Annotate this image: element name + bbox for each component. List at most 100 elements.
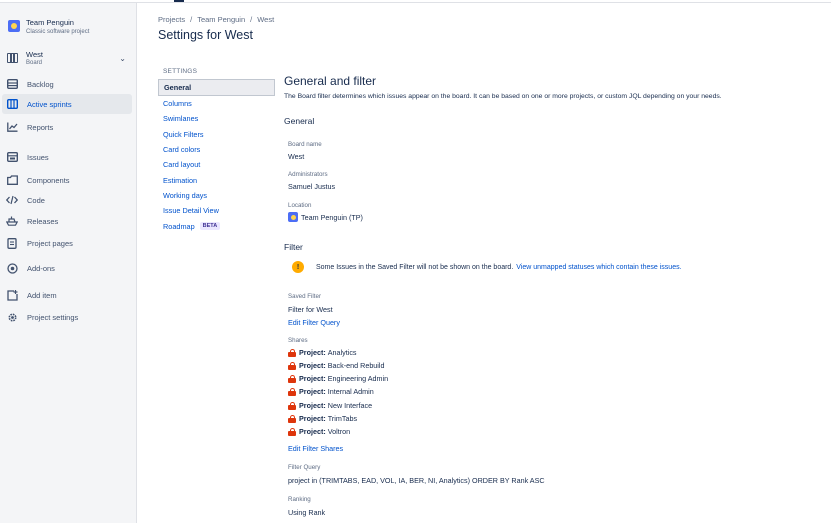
settings-nav-quick-filters[interactable]: Quick Filters bbox=[158, 127, 275, 142]
project-avatar bbox=[8, 20, 20, 32]
sidebar-item-reports[interactable]: Reports bbox=[2, 117, 132, 137]
warning-icon: ! bbox=[292, 261, 304, 273]
settings-nav-swimlanes[interactable]: Swimlanes bbox=[158, 111, 275, 126]
warning-text: Some Issues in the Saved Filter will not… bbox=[316, 263, 514, 271]
board-type: Board bbox=[26, 60, 43, 66]
share-item: Project: Internal Admin bbox=[288, 387, 374, 396]
settings-nav-estimation[interactable]: Estimation bbox=[158, 172, 275, 187]
settings-nav-roadmap-label: Roadmap bbox=[163, 221, 195, 231]
section-title: General and filter bbox=[284, 74, 377, 88]
sidebar-item-issues[interactable]: Issues bbox=[2, 147, 132, 167]
settings-nav-working-days[interactable]: Working days bbox=[158, 188, 275, 203]
section-description: The Board filter determines which issues… bbox=[284, 93, 722, 100]
breadcrumb-projects[interactable]: Projects bbox=[158, 15, 185, 24]
share-project: New Interface bbox=[327, 401, 373, 410]
settings-nav-roadmap[interactable]: Roadmap BETA bbox=[158, 218, 275, 233]
gear-icon bbox=[6, 311, 18, 323]
top-bar-accent bbox=[174, 0, 184, 2]
project-header[interactable]: Team Penguin Classic software project bbox=[8, 18, 89, 35]
sidebar-item-add-item[interactable]: Add item bbox=[2, 285, 132, 305]
project-type: Classic software project bbox=[26, 29, 90, 35]
share-item: Project: Back-end Rebuild bbox=[288, 361, 385, 370]
share-project: Analytics bbox=[327, 348, 357, 357]
add-item-icon bbox=[6, 289, 18, 301]
breadcrumb-separator: / bbox=[250, 15, 253, 24]
sidebar-item-project-pages[interactable]: Project pages bbox=[2, 233, 132, 253]
share-item: Project: TrimTabs bbox=[288, 414, 357, 423]
settings-nav-card-colors[interactable]: Card colors bbox=[158, 142, 275, 157]
lock-icon bbox=[288, 348, 296, 357]
board-selector[interactable]: West Board ⌄ bbox=[6, 49, 130, 71]
settings-nav-general[interactable]: General bbox=[158, 79, 275, 96]
board-name-label: Board name bbox=[288, 141, 322, 148]
sidebar-item-active-sprints[interactable]: Active sprints bbox=[2, 94, 132, 114]
settings-nav-columns[interactable]: Columns bbox=[158, 96, 275, 111]
share-project: Internal Admin bbox=[327, 387, 374, 396]
share-prefix: Project: bbox=[299, 427, 326, 436]
board-icon bbox=[7, 53, 18, 63]
location-label: Location bbox=[288, 202, 312, 209]
sidebar-item-add-ons[interactable]: Add-ons bbox=[2, 258, 132, 278]
breadcrumb-project[interactable]: Team Penguin bbox=[197, 15, 245, 24]
shares-label: Shares bbox=[288, 337, 308, 344]
breadcrumb-separator: / bbox=[190, 15, 193, 24]
share-item: Project: Engineering Admin bbox=[288, 374, 388, 383]
addons-icon bbox=[6, 262, 18, 274]
chevron-down-icon: ⌄ bbox=[119, 54, 126, 63]
project-name: Team Penguin bbox=[26, 18, 74, 27]
location-value[interactable]: Team Penguin (TP) bbox=[288, 212, 363, 222]
sidebar-item-releases[interactable]: Releases bbox=[2, 211, 132, 231]
components-icon bbox=[6, 174, 18, 186]
settings-nav: General Columns Swimlanes Quick Filters … bbox=[158, 79, 275, 234]
code-icon bbox=[6, 194, 18, 206]
ranking-label: Ranking bbox=[288, 496, 311, 503]
edit-filter-query-link[interactable]: Edit Filter Query bbox=[288, 318, 340, 327]
sidebar-item-label: Project pages bbox=[27, 238, 73, 248]
ship-icon bbox=[6, 215, 18, 227]
settings-heading: SETTINGS bbox=[163, 68, 198, 75]
general-heading: General bbox=[284, 116, 315, 126]
sidebar-item-components[interactable]: Components bbox=[2, 170, 132, 190]
settings-nav-card-layout[interactable]: Card layout bbox=[158, 157, 275, 172]
saved-filter-value: Filter for West bbox=[288, 305, 333, 314]
share-project: TrimTabs bbox=[327, 414, 358, 423]
sidebar-item-label: Active sprints bbox=[27, 99, 72, 109]
filter-heading: Filter bbox=[284, 242, 303, 252]
backlog-icon bbox=[6, 78, 18, 90]
page-title: Settings for West bbox=[158, 28, 253, 42]
administrators-label: Administrators bbox=[288, 171, 328, 178]
issues-icon bbox=[6, 151, 18, 163]
settings-nav-issue-detail-view[interactable]: Issue Detail View bbox=[158, 203, 275, 218]
filter-query-value: project in (TRIMTABS, EAD, VOL, IA, BER,… bbox=[288, 476, 545, 485]
sidebar-item-backlog[interactable]: Backlog bbox=[2, 74, 132, 94]
administrators-value[interactable]: Samuel Justus bbox=[288, 182, 335, 191]
share-project: Back-end Rebuild bbox=[327, 361, 385, 370]
sidebar-item-label: Issues bbox=[27, 152, 49, 162]
saved-filter-label: Saved Filter bbox=[288, 293, 322, 300]
board-name-value[interactable]: West bbox=[288, 152, 304, 161]
lock-icon bbox=[288, 387, 296, 396]
lock-icon bbox=[288, 414, 296, 423]
chart-icon bbox=[6, 121, 18, 133]
share-item: Project: Analytics bbox=[288, 348, 357, 357]
lock-icon bbox=[288, 361, 296, 370]
share-item: Project: Voltron bbox=[288, 427, 350, 436]
sidebar-item-label: Backlog bbox=[27, 79, 54, 89]
sidebar-item-label: Releases bbox=[27, 216, 59, 226]
sidebar-item-project-settings[interactable]: Project settings bbox=[2, 307, 132, 327]
sidebar-item-label: Code bbox=[27, 195, 45, 205]
board-name: West bbox=[26, 50, 43, 59]
view-unmapped-statuses-link[interactable]: View unmapped statuses which contain the… bbox=[516, 264, 681, 271]
lock-icon bbox=[288, 374, 296, 383]
filter-query-label: Filter Query bbox=[288, 464, 321, 471]
share-prefix: Project: bbox=[299, 414, 326, 423]
lock-icon bbox=[288, 401, 296, 410]
board-icon bbox=[6, 98, 18, 110]
share-prefix: Project: bbox=[299, 348, 326, 357]
share-item: Project: New Interface bbox=[288, 401, 372, 410]
sidebar-item-label: Components bbox=[27, 175, 70, 185]
breadcrumb-board[interactable]: West bbox=[257, 15, 274, 24]
sidebar-item-code[interactable]: Code bbox=[2, 190, 132, 210]
edit-filter-shares-link[interactable]: Edit Filter Shares bbox=[288, 444, 343, 453]
sidebar-item-label: Project settings bbox=[27, 312, 79, 322]
